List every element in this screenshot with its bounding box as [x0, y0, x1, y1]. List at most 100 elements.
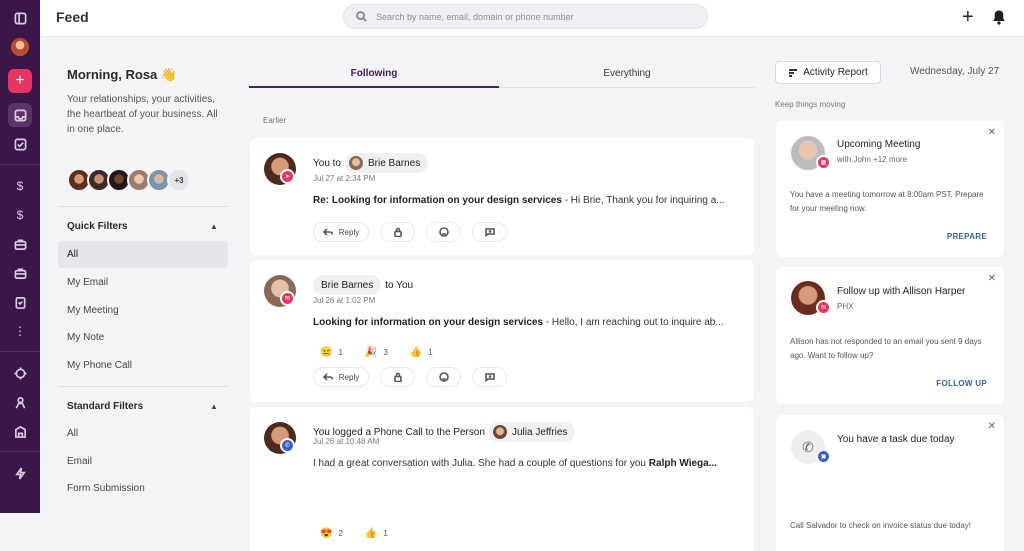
feed-item-time: Jul 26 at 1:02 PM — [313, 296, 376, 305]
reaction[interactable]: 😐 1 — [320, 347, 343, 358]
suggestion-card[interactable]: ✉ Follow up with Allison Harper PHX ✕ Al… — [776, 267, 1004, 404]
reaction[interactable]: 😍 2 — [320, 528, 343, 539]
tab-following[interactable]: Following — [249, 68, 499, 79]
person-chip[interactable]: Julia Jeffries — [488, 422, 576, 442]
divider — [58, 386, 228, 387]
feed-item-time: Jul 27 at 2:34 PM — [313, 174, 376, 183]
reaction[interactable]: 🎉 3 — [365, 347, 388, 358]
reaction-emoji: 👍 — [409, 347, 423, 358]
reaction[interactable]: 👍 1 — [410, 347, 433, 358]
create-button[interactable]: + — [8, 69, 32, 93]
more-vertical-icon[interactable]: ⋮ — [8, 319, 32, 343]
reaction[interactable]: 👍 1 — [365, 528, 388, 539]
lightning-icon[interactable] — [8, 461, 32, 485]
quick-filter-my-meeting[interactable]: My Meeting — [58, 297, 228, 324]
person-chip[interactable]: Brie Barnes — [345, 153, 429, 173]
email-icon: ✉ — [816, 300, 831, 315]
quick-filter-my-note[interactable]: My Note — [58, 324, 228, 351]
prepare-button[interactable]: PREPARE — [947, 232, 987, 241]
reaction-count: 1 — [383, 529, 388, 538]
add-emoji-icon — [438, 372, 449, 382]
suggestions-heading: Keep things moving — [775, 100, 846, 109]
chevron-up-icon[interactable]: ▲ — [210, 222, 218, 231]
bell-icon[interactable] — [992, 9, 1006, 25]
tasks-check-icon[interactable] — [8, 132, 32, 156]
dollar-icon[interactable]: $ — [8, 203, 32, 227]
top-bar: Feed Search by name, email, domain or ph… — [40, 0, 1024, 37]
clipboard-icon[interactable] — [8, 290, 32, 314]
add-comment-button[interactable] — [472, 367, 507, 387]
person-name: Brie Barnes — [368, 157, 421, 169]
standard-filter-email[interactable]: Email — [58, 448, 228, 475]
search-placeholder: Search by name, email, domain or phone n… — [376, 11, 574, 22]
briefcase-icon[interactable] — [8, 261, 32, 285]
follow-up-button[interactable]: FOLLOW UP — [936, 379, 987, 388]
report-lines-icon — [789, 68, 798, 77]
add-icon[interactable]: + — [962, 7, 974, 27]
feed-item-preview[interactable]: Looking for information on your design s… — [313, 317, 743, 328]
feed-item[interactable]: ➤ You to Brie Barnes Jul 27 at 2:34 PM R… — [250, 138, 754, 255]
feed-item-actions: Reply — [313, 367, 518, 387]
quick-filters-heading[interactable]: Quick Filters — [67, 221, 128, 232]
rail-divider — [0, 451, 40, 452]
add-reaction-button[interactable] — [426, 367, 461, 387]
email-subject: Looking for information on your design s… — [313, 317, 544, 328]
briefcase-icon[interactable] — [8, 232, 32, 256]
lock-button[interactable] — [380, 367, 415, 387]
search-input[interactable]: Search by name, email, domain or phone n… — [343, 4, 708, 29]
feed-item-prefix: You logged a Phone Call to the Person — [313, 426, 485, 438]
person-chip[interactable]: Brie Barnes — [313, 275, 382, 295]
suggestion-card[interactable]: ▦ Upcoming Meeting with John +12 more ✕ … — [776, 121, 1004, 257]
crosshair-icon[interactable] — [8, 361, 32, 385]
call-note: I had a great conversation with Julia. S… — [313, 458, 649, 469]
call-note-mention: Ralph Wiega... — [648, 458, 718, 469]
feed-item[interactable]: ✆ You logged a Phone Call to the Person … — [250, 407, 754, 551]
page-title: Feed — [56, 9, 89, 25]
email-sent-icon: ➤ — [280, 169, 295, 184]
activity-report-button[interactable]: Activity Report — [775, 61, 881, 84]
search-icon — [356, 11, 367, 22]
close-icon[interactable]: ✕ — [988, 127, 996, 138]
lock-icon — [393, 372, 402, 382]
quick-filter-my-phone-call[interactable]: My Phone Call — [58, 352, 228, 379]
add-emoji-icon — [438, 227, 449, 237]
reaction-emoji: 😐 — [320, 347, 333, 358]
feed-item-preview[interactable]: Re: Looking for information on your desi… — [313, 195, 743, 206]
building-icon[interactable] — [8, 419, 32, 443]
sidebar-toggle-icon[interactable] — [8, 6, 32, 30]
avatar — [349, 156, 363, 170]
standard-filters-heading[interactable]: Standard Filters — [67, 401, 143, 412]
reply-label: Reply — [338, 227, 360, 237]
add-comment-icon — [484, 373, 495, 382]
reply-button[interactable]: Reply — [313, 367, 369, 387]
section-label: Earlier — [263, 116, 287, 125]
dollar-icon[interactable]: $ — [8, 174, 32, 198]
greeting-subtitle: Your relationships, your activities, the… — [67, 94, 218, 135]
add-reaction-button[interactable] — [426, 222, 461, 242]
chevron-up-icon[interactable]: ▲ — [210, 402, 218, 411]
feed-item[interactable]: ✉ Brie Barnes to You Jul 26 at 1:02 PM L… — [250, 260, 754, 402]
feed-item-actions: Reply — [313, 222, 518, 242]
email-received-icon: ✉ — [280, 291, 295, 306]
tab-everything[interactable]: Everything — [499, 68, 755, 79]
close-icon[interactable]: ✕ — [988, 273, 996, 284]
more-avatars-badge[interactable]: +3 — [167, 168, 191, 192]
reply-button[interactable]: Reply — [313, 222, 369, 242]
feed-item-title: Brie Barnes to You — [313, 275, 413, 295]
person-icon[interactable] — [8, 390, 32, 414]
quick-filter-all[interactable]: All — [58, 241, 228, 268]
add-comment-button[interactable] — [472, 222, 507, 242]
close-icon[interactable]: ✕ — [988, 421, 996, 432]
standard-filter-form-submission[interactable]: Form Submission — [58, 475, 228, 502]
lock-button[interactable] — [380, 222, 415, 242]
standard-filter-all[interactable]: All — [58, 420, 228, 447]
quick-filter-my-email[interactable]: My Email — [58, 269, 228, 296]
suggestion-card[interactable]: ✆ ▣ You have a task due today ✕ Call Sal… — [776, 415, 1004, 551]
rail-divider — [0, 164, 40, 165]
reaction-count: 3 — [383, 348, 388, 357]
task-icon: ▣ — [816, 449, 831, 464]
inbox-icon[interactable] — [8, 103, 32, 127]
email-snippet: - Hi Brie, Thank you for inquiring a... — [561, 195, 725, 206]
feed-item-preview[interactable]: I had a great conversation with Julia. S… — [313, 458, 743, 469]
user-avatar[interactable] — [8, 35, 32, 59]
